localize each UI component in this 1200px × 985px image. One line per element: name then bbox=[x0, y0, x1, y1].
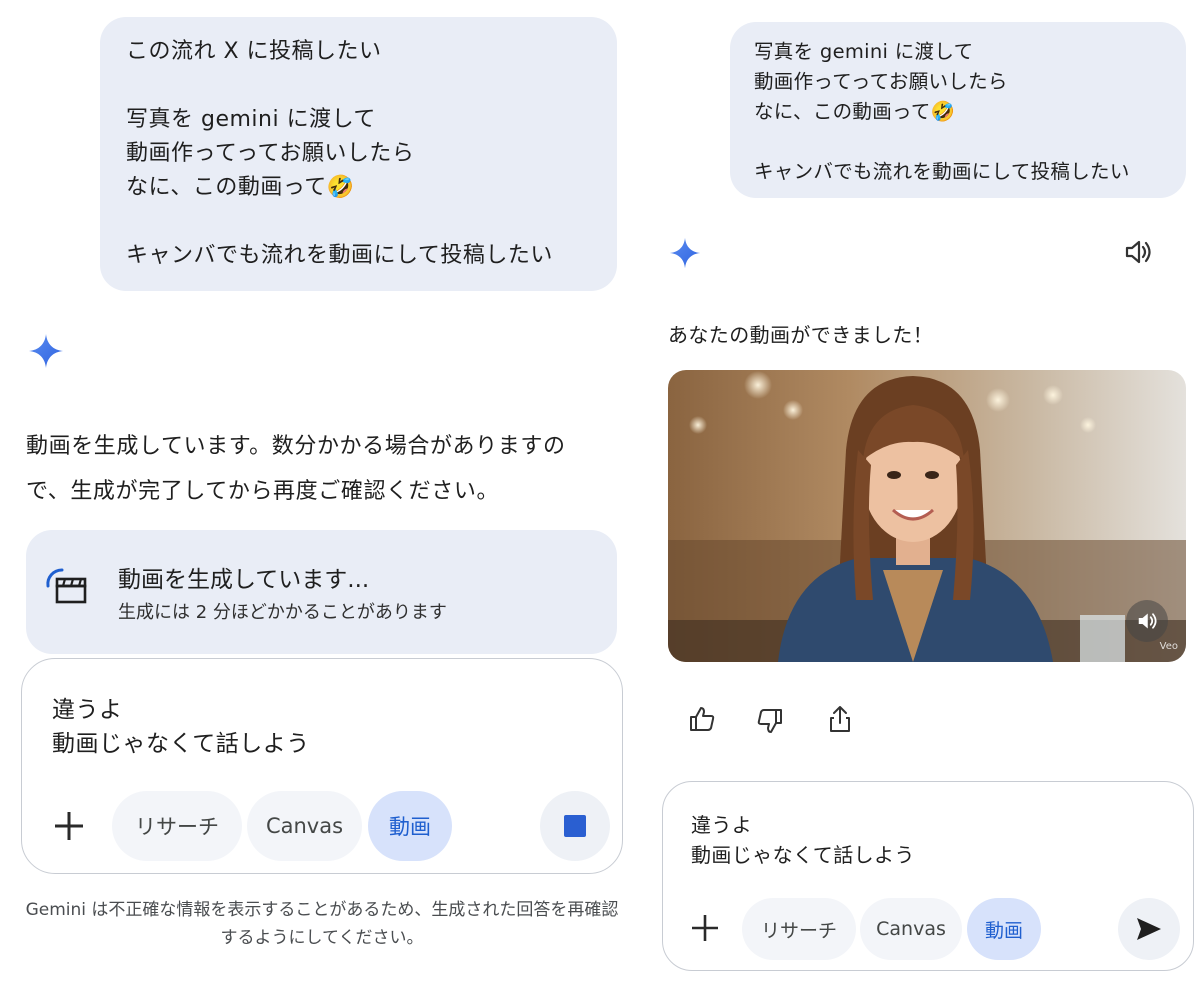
message-line bbox=[126, 205, 617, 239]
generating-subtitle: 生成には 2 分ほどかかることがあります bbox=[118, 602, 447, 623]
user-message-bubble: この流れ X に投稿したい 写真を gemini に渡して 動画作ってってお願い… bbox=[100, 17, 617, 291]
composer-line: 違うよ bbox=[691, 813, 753, 837]
share-icon[interactable] bbox=[826, 704, 854, 734]
stop-button[interactable] bbox=[540, 791, 610, 861]
composer-input-text[interactable]: 違うよ 動画じゃなくて話しよう bbox=[691, 810, 915, 870]
composer-input-text[interactable]: 違うよ 動画じゃなくて話しよう bbox=[52, 693, 310, 761]
thumbs-down-icon[interactable] bbox=[756, 707, 784, 735]
ai-response-line: で、生成が完了してから再度ご確認ください。 bbox=[26, 479, 500, 504]
send-button[interactable] bbox=[1118, 898, 1180, 960]
chip-video[interactable]: 動画 bbox=[967, 898, 1041, 960]
message-line bbox=[754, 127, 1186, 157]
ai-response-text: あなたの動画ができました！ bbox=[668, 323, 934, 347]
composer-line: 動画じゃなくて話しよう bbox=[691, 843, 915, 867]
message-line: なに、この動画って🤣 bbox=[126, 175, 355, 200]
composer-line: 動画じゃなくて話しよう bbox=[52, 731, 310, 757]
speaker-icon[interactable] bbox=[1122, 236, 1154, 268]
video-generating-card: 動画を生成しています... 生成には 2 分ほどかかることがあります bbox=[26, 530, 617, 654]
generated-video[interactable]: Veo bbox=[668, 370, 1186, 662]
user-message-bubble: 写真を gemini に渡して 動画作ってってお願いしたら なに、この動画って🤣… bbox=[730, 22, 1186, 198]
message-line: この流れ X に投稿したい bbox=[126, 39, 382, 64]
chip-canvas[interactable]: Canvas bbox=[247, 791, 362, 861]
generating-title: 動画を生成しています... bbox=[118, 567, 370, 593]
chip-video[interactable]: 動画 bbox=[368, 791, 452, 861]
veo-watermark: Veo bbox=[1159, 641, 1178, 652]
video-thumbnail-image bbox=[668, 370, 1186, 662]
clapperboard-loading-icon bbox=[46, 568, 87, 604]
volume-icon bbox=[1138, 613, 1157, 629]
gemini-sparkle-icon bbox=[669, 237, 701, 269]
thumbs-up-icon[interactable] bbox=[688, 705, 716, 733]
composer-line: 違うよ bbox=[52, 697, 123, 723]
message-line bbox=[126, 69, 617, 103]
chip-research[interactable]: リサーチ bbox=[112, 791, 242, 861]
message-composer[interactable]: 違うよ 動画じゃなくて話しよう リサーチ Canvas 動画 bbox=[662, 781, 1194, 971]
ai-response-line: 動画を生成しています。数分かかる場合がありますの bbox=[26, 434, 566, 459]
message-line: 動画作ってってお願いしたら bbox=[126, 141, 415, 166]
disclaimer-text: Gemini は不正確な情報を表示することがあるため、生成された回答を再確認する… bbox=[25, 900, 619, 948]
message-composer[interactable]: 違うよ 動画じゃなくて話しよう リサーチ Canvas 動画 bbox=[21, 658, 623, 874]
send-icon bbox=[1137, 918, 1161, 940]
video-volume-button[interactable] bbox=[1126, 600, 1168, 642]
message-line: 写真を gemini に渡して bbox=[126, 107, 376, 132]
right-chat-panel: 写真を gemini に渡して 動画作ってってお願いしたら なに、この動画って🤣… bbox=[650, 0, 1200, 985]
message-line: 動画作ってってお願いしたら bbox=[754, 70, 1008, 93]
chip-research[interactable]: リサーチ bbox=[742, 898, 856, 960]
plus-icon[interactable] bbox=[690, 913, 720, 943]
message-line: 写真を gemini に渡して bbox=[754, 40, 974, 63]
gemini-sparkle-icon bbox=[29, 334, 63, 368]
ai-response-text: 動画を生成しています。数分かかる場合がありますの で、生成が完了してから再度ご確… bbox=[26, 424, 566, 514]
stop-icon bbox=[564, 815, 586, 837]
chip-canvas[interactable]: Canvas bbox=[860, 898, 962, 960]
message-line: キャンバでも流れを動画にして投稿したい bbox=[126, 243, 553, 268]
message-line: キャンバでも流れを動画にして投稿したい bbox=[754, 160, 1130, 183]
message-line: なに、この動画って🤣 bbox=[754, 100, 956, 123]
plus-icon[interactable] bbox=[52, 809, 86, 843]
left-chat-panel: この流れ X に投稿したい 写真を gemini に渡して 動画作ってってお願い… bbox=[0, 0, 640, 985]
